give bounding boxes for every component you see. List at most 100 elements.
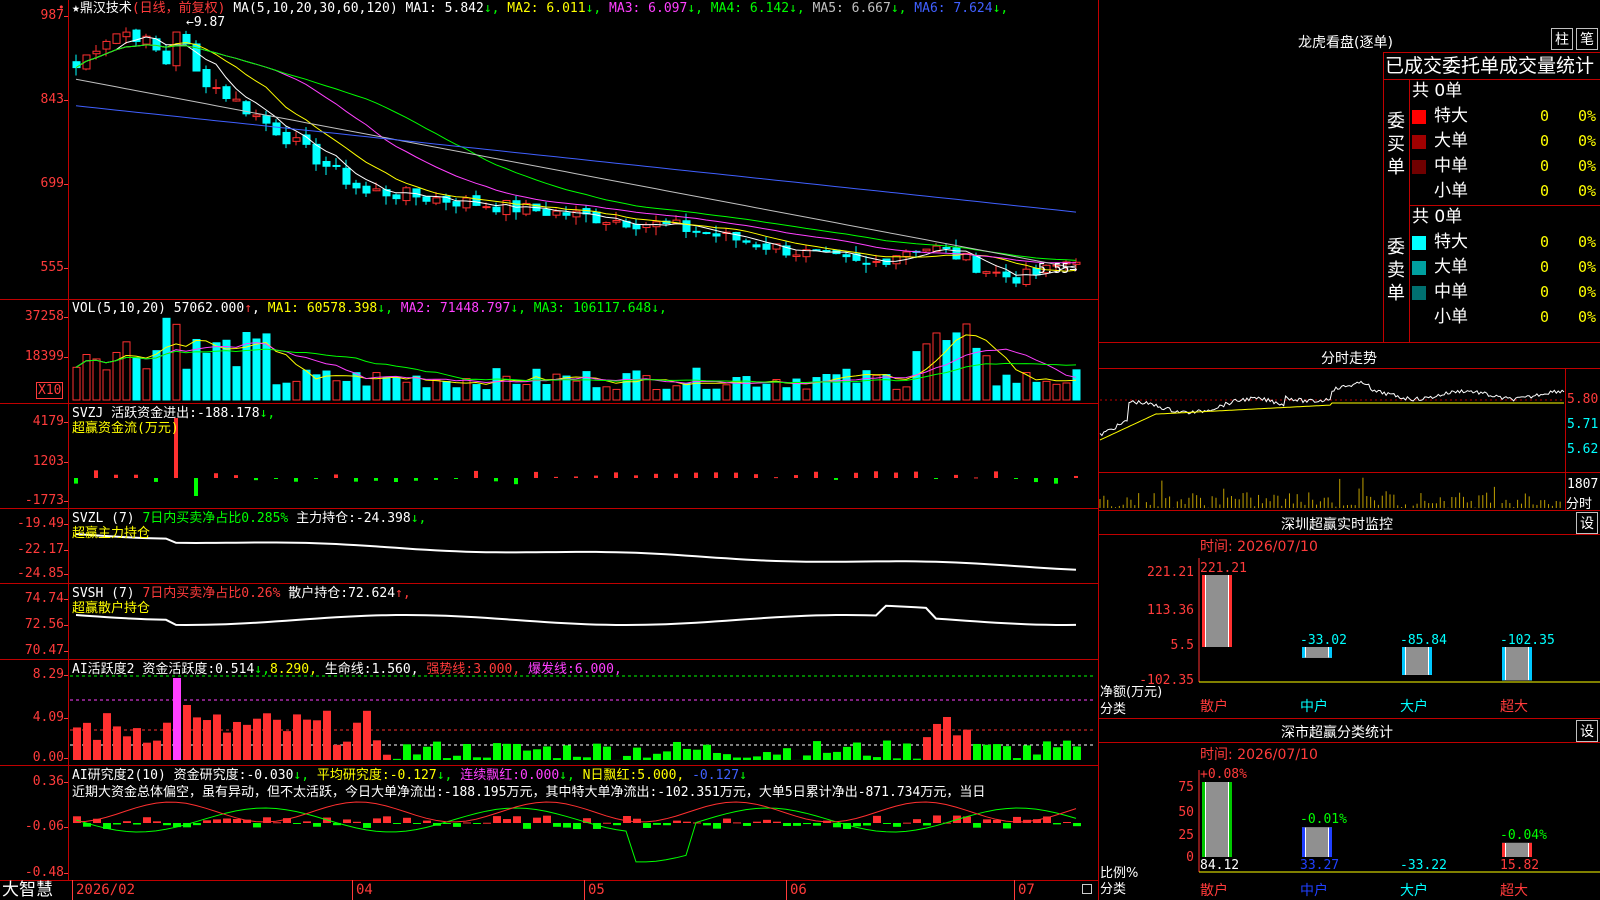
candle-body[interactable]	[602, 222, 611, 225]
research-bar[interactable]	[193, 823, 201, 826]
volume-bar[interactable]	[742, 376, 751, 401]
volume-bar[interactable]	[622, 373, 631, 401]
volume-bar[interactable]	[1022, 372, 1031, 401]
candle-body[interactable]	[112, 33, 121, 44]
activity-bar[interactable]	[133, 728, 141, 760]
activity-bar[interactable]	[913, 758, 921, 760]
activity-bar[interactable]	[303, 719, 311, 760]
candle-body[interactable]	[942, 247, 951, 250]
activity-bar[interactable]	[293, 714, 301, 760]
fund-flow-bar[interactable]	[194, 478, 198, 496]
activity-bar[interactable]	[1013, 758, 1021, 760]
volume-bar[interactable]	[632, 370, 641, 401]
research-bar[interactable]	[293, 823, 301, 824]
sz-monitor-bar[interactable]	[1502, 647, 1532, 681]
activity-bar[interactable]	[903, 743, 911, 760]
research-bar[interactable]	[443, 823, 451, 824]
research-bar[interactable]	[203, 820, 211, 823]
activity-bar[interactable]	[243, 724, 251, 760]
volume-bar[interactable]	[432, 379, 441, 401]
candle-body[interactable]	[862, 262, 871, 265]
research-bar[interactable]	[673, 820, 681, 823]
fund-flow-bar[interactable]	[374, 478, 378, 481]
fund-flow-bar[interactable]	[534, 471, 538, 478]
activity-bar[interactable]	[373, 740, 381, 760]
sz-class-settings-button[interactable]: 设	[1576, 720, 1598, 742]
activity-bar[interactable]	[343, 741, 351, 760]
activity-bar[interactable]	[163, 722, 171, 760]
candle-body[interactable]	[482, 206, 491, 209]
period-label[interactable]: (日线，前复权)	[132, 1, 226, 16]
candle-body[interactable]	[922, 248, 931, 252]
fund-flow-bar[interactable]	[674, 473, 678, 478]
fund-flow-bar[interactable]	[914, 471, 918, 478]
research-bar[interactable]	[313, 823, 321, 827]
activity-bar[interactable]	[1073, 746, 1081, 760]
activity-bar[interactable]	[553, 758, 561, 760]
volume-bar[interactable]	[852, 382, 861, 401]
candle-body[interactable]	[162, 50, 171, 65]
research-bar[interactable]	[813, 823, 821, 826]
candle-body[interactable]	[752, 244, 761, 248]
candle-body[interactable]	[222, 86, 231, 100]
research-bar[interactable]	[783, 823, 791, 827]
volume-bar[interactable]	[992, 385, 1001, 401]
volume-bar[interactable]	[592, 387, 601, 401]
volume-bar[interactable]	[452, 387, 461, 401]
activity-bar[interactable]	[263, 713, 271, 760]
volume-bar[interactable]	[1042, 380, 1051, 401]
volume-bar[interactable]	[972, 347, 981, 401]
activity-bar[interactable]	[123, 736, 131, 760]
activity-bar[interactable]	[773, 754, 781, 760]
research-bar[interactable]	[713, 823, 721, 829]
research-bar[interactable]	[373, 818, 381, 823]
research-bar[interactable]	[533, 817, 541, 823]
research-bar[interactable]	[833, 823, 841, 828]
candle-body[interactable]	[1012, 277, 1021, 284]
activity-bar[interactable]	[103, 713, 111, 760]
research-bar[interactable]	[683, 821, 691, 823]
candle-body[interactable]	[452, 201, 461, 207]
research-bar[interactable]	[153, 821, 161, 823]
volume-bar[interactable]	[122, 341, 131, 401]
fund-flow-bar[interactable]	[1034, 478, 1038, 483]
research-bar[interactable]	[893, 823, 901, 827]
activity-bar[interactable]	[233, 721, 241, 760]
research-bar[interactable]	[923, 823, 931, 826]
candle-body[interactable]	[172, 31, 181, 67]
research-bar[interactable]	[223, 818, 231, 823]
sz-monitor-bar[interactable]	[1402, 647, 1432, 675]
volume-bar[interactable]	[282, 382, 291, 401]
volume-bar[interactable]	[872, 374, 881, 401]
fund-flow-bar[interactable]	[774, 477, 778, 479]
fund-flow-bar[interactable]	[1014, 478, 1018, 479]
fund-flow-bar[interactable]	[454, 478, 458, 479]
fund-flow-bar[interactable]	[134, 474, 138, 478]
activity-bar[interactable]	[663, 751, 671, 760]
fund-flow-bar[interactable]	[874, 471, 878, 478]
activity-bar[interactable]	[383, 754, 391, 760]
research-bar[interactable]	[413, 823, 421, 824]
candle-body[interactable]	[102, 40, 111, 50]
volume-bar[interactable]	[382, 376, 391, 401]
volume-bar[interactable]	[182, 368, 191, 401]
vol-unit-badge[interactable]: X10	[36, 382, 64, 399]
research-bar[interactable]	[1003, 823, 1011, 829]
activity-bar[interactable]	[1023, 745, 1031, 760]
volume-bar[interactable]	[342, 380, 351, 401]
candle-body[interactable]	[592, 211, 601, 224]
research-bar[interactable]	[1053, 823, 1061, 825]
volume-bar[interactable]	[162, 317, 171, 401]
research-bar[interactable]	[933, 815, 941, 823]
activity-bar[interactable]	[93, 739, 101, 760]
fund-flow-bar[interactable]	[394, 478, 398, 482]
research-bar[interactable]	[453, 823, 461, 827]
activity-bar[interactable]	[543, 746, 551, 760]
volume-bar[interactable]	[272, 384, 281, 401]
stock-title[interactable]: 鼎汉技术	[80, 1, 132, 16]
activity-bar[interactable]	[73, 727, 81, 760]
fund-flow-bar[interactable]	[114, 474, 118, 478]
fund-flow-bar[interactable]	[834, 478, 838, 480]
activity-bar[interactable]	[843, 746, 851, 760]
activity-bar[interactable]	[923, 737, 931, 760]
